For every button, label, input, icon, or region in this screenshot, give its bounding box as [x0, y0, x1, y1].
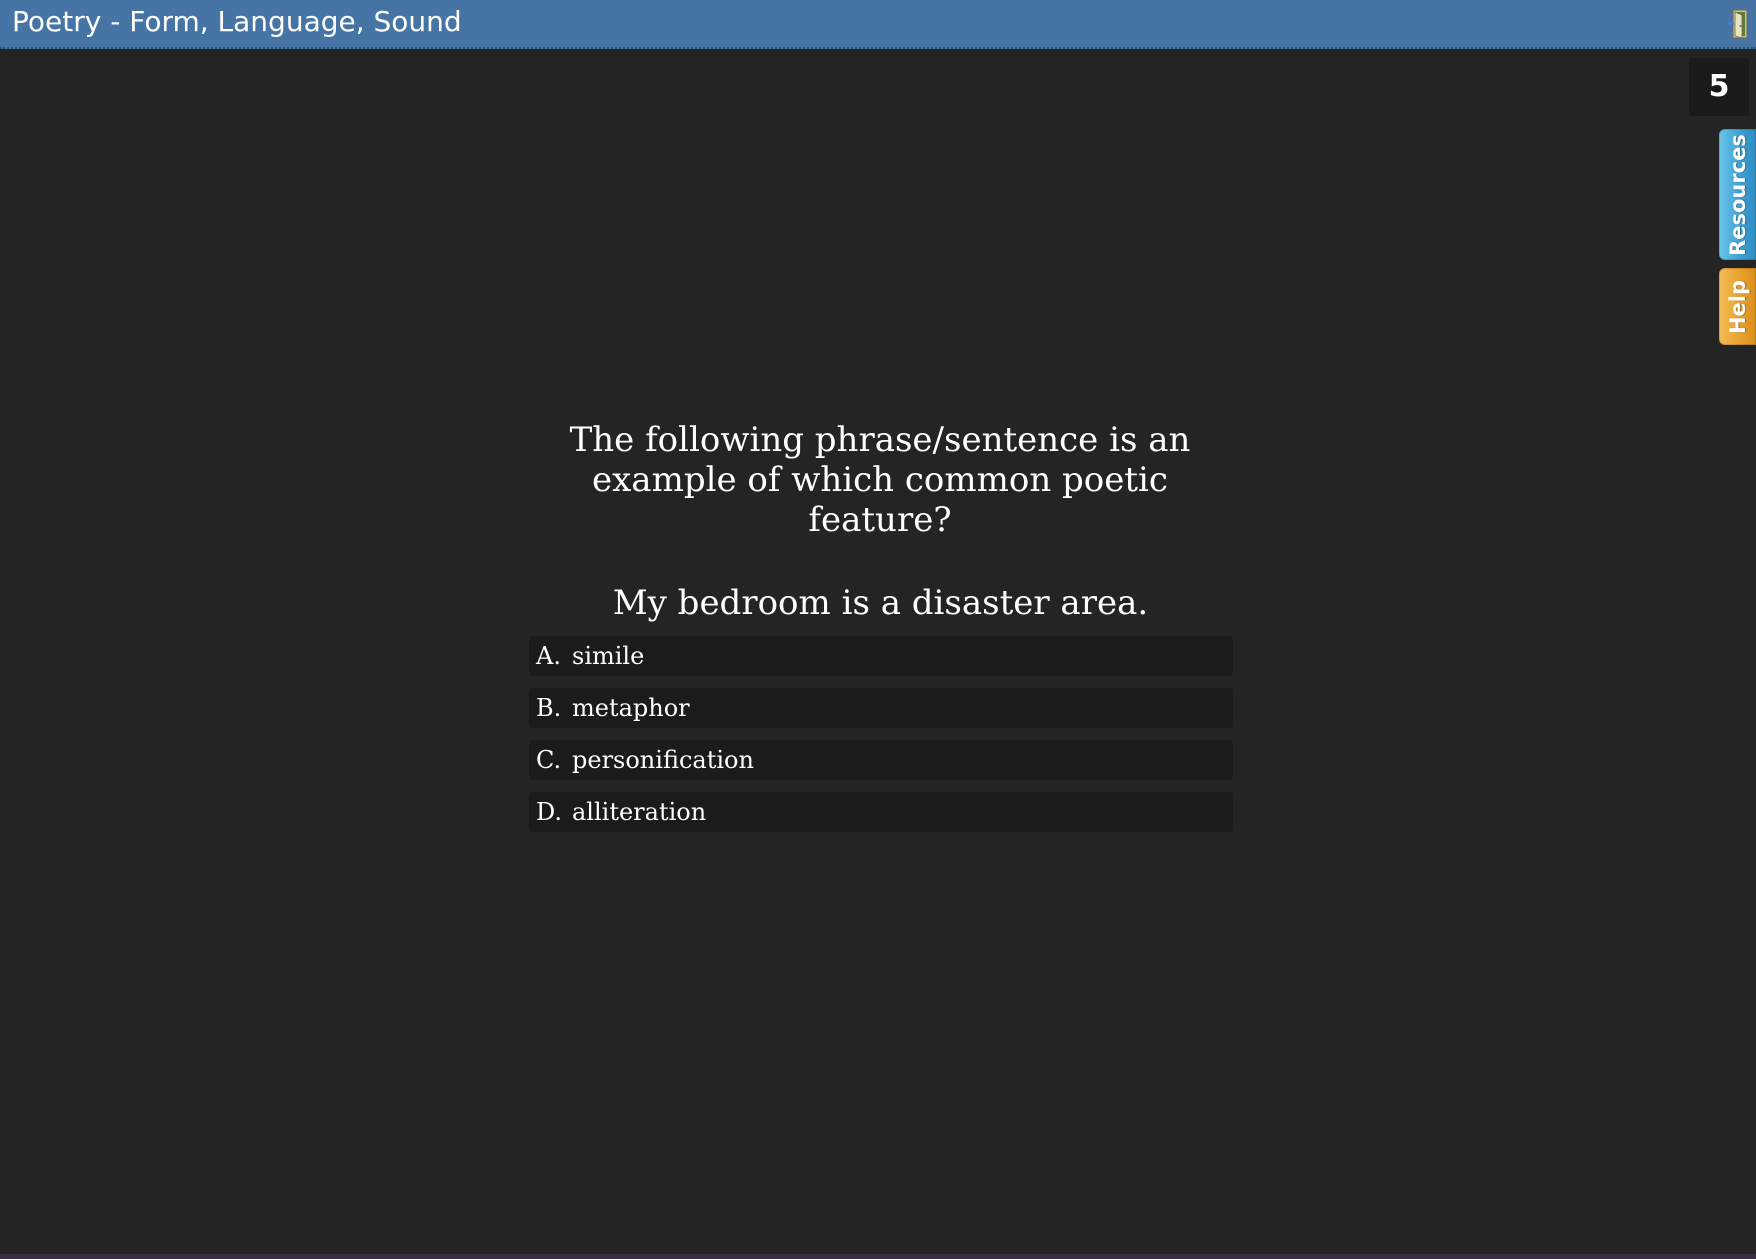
option-letter: D. — [536, 798, 563, 826]
resources-tab[interactable]: Resources — [1719, 129, 1756, 260]
answer-option-c[interactable]: C. personification — [529, 740, 1233, 780]
resources-tab-label: Resources — [1725, 133, 1750, 256]
title-bar: Poetry - Form, Language, Sound — [0, 0, 1756, 49]
question-counter: 5 — [1689, 58, 1749, 116]
door-exit-icon[interactable] — [1727, 8, 1751, 40]
question-phrase: My bedroom is a disaster area. — [612, 583, 1149, 623]
option-text: alliteration — [572, 798, 707, 826]
answer-option-a[interactable]: A. simile — [529, 636, 1233, 676]
question-prompt: The following phrase/sentence is an exam… — [569, 420, 1191, 540]
option-letter: B. — [536, 694, 562, 722]
app-title: Poetry - Form, Language, Sound — [12, 5, 462, 38]
quiz-screen: Poetry - Form, Language, Sound 5 Resourc… — [0, 0, 1756, 1254]
option-text: personification — [572, 746, 754, 774]
help-tab[interactable]: Help — [1719, 268, 1756, 345]
desktop-strip — [0, 1254, 1756, 1259]
option-text: metaphor — [572, 694, 690, 722]
option-text: simile — [572, 642, 645, 670]
help-tab-label: Help — [1725, 279, 1750, 334]
option-letter: C. — [536, 746, 562, 774]
answer-option-d[interactable]: D. alliteration — [529, 792, 1233, 832]
option-letter: A. — [536, 642, 561, 670]
answer-option-b[interactable]: B. metaphor — [529, 688, 1233, 728]
answer-options: A. simile B. metaphor C. personification D.… — [529, 636, 1233, 844]
